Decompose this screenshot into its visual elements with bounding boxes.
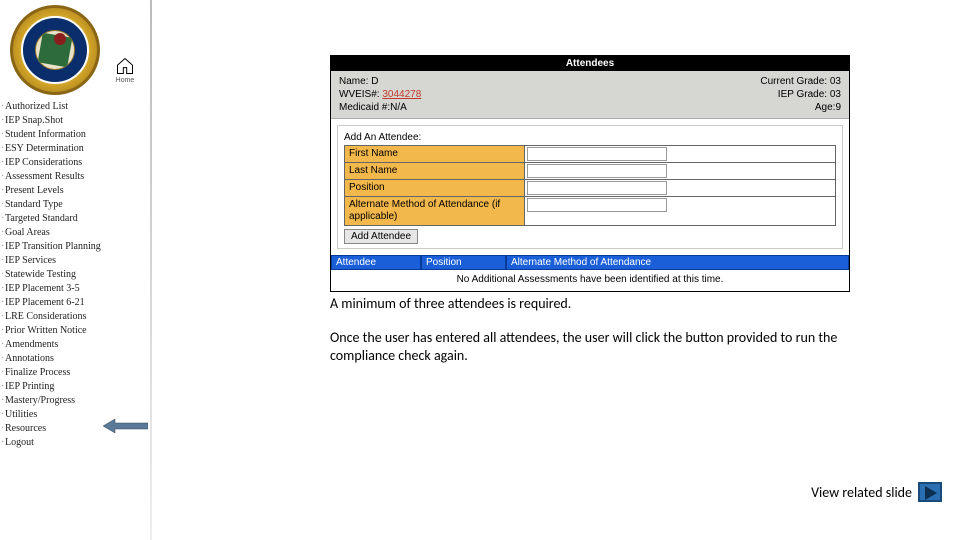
wveis-row: WVEIS#: 3044278 bbox=[339, 88, 421, 101]
nav-item[interactable]: Goal Areas bbox=[5, 225, 150, 239]
nav-list: Authorized List IEP Snap.Shot Student In… bbox=[5, 99, 150, 449]
nav-item[interactable]: Targeted Standard bbox=[5, 211, 150, 225]
col-attendee: Attendee bbox=[331, 255, 421, 270]
vertical-divider bbox=[150, 0, 152, 540]
nav-item[interactable]: Amendments bbox=[5, 337, 150, 351]
first-name-input[interactable] bbox=[527, 147, 667, 161]
position-label: Position bbox=[345, 180, 525, 196]
nav-item[interactable]: Mastery/Progress bbox=[5, 393, 150, 407]
nav-item[interactable]: IEP Transition Planning bbox=[5, 239, 150, 253]
nav-item[interactable]: IEP Placement 3-5 bbox=[5, 281, 150, 295]
nav-item[interactable]: IEP Snap.Shot bbox=[5, 113, 150, 127]
table-empty-msg: No Additional Assessments have been iden… bbox=[331, 270, 849, 291]
nav-item[interactable]: IEP Placement 6-21 bbox=[5, 295, 150, 309]
play-icon bbox=[918, 482, 942, 502]
home-label: Home bbox=[115, 77, 135, 84]
wveis-link[interactable]: 3044278 bbox=[382, 89, 421, 100]
wv-seal-logo bbox=[10, 5, 100, 95]
alt-method-label: Alternate Method of Attendance (if appli… bbox=[345, 197, 525, 225]
nav-item[interactable]: Prior Written Notice bbox=[5, 323, 150, 337]
nav-item[interactable]: Assessment Results bbox=[5, 169, 150, 183]
view-related-slide[interactable]: View related slide bbox=[811, 482, 942, 502]
add-attendee-form: Add An Attendee: First Name Last Name Po… bbox=[337, 125, 843, 249]
nav-item[interactable]: Logout bbox=[5, 435, 150, 449]
main-panel: Attendees Name: D WVEIS#: 3044278 Medica… bbox=[330, 55, 850, 292]
related-label: View related slide bbox=[811, 484, 912, 501]
panel-title: Attendees bbox=[331, 56, 849, 71]
age-row: Age:9 bbox=[760, 101, 841, 114]
nav-item[interactable]: Annotations bbox=[5, 351, 150, 365]
nav-item[interactable]: IEP Services bbox=[5, 253, 150, 267]
nav-item[interactable]: IEP Printing bbox=[5, 379, 150, 393]
attendee-table-header: Attendee Position Alternate Method of At… bbox=[331, 255, 849, 270]
nav-item[interactable]: Finalize Process bbox=[5, 365, 150, 379]
nav-item[interactable]: Standard Type bbox=[5, 197, 150, 211]
note-line-1: A minimum of three attendees is required… bbox=[330, 295, 890, 313]
position-input[interactable] bbox=[527, 181, 667, 195]
form-title: Add An Attendee: bbox=[344, 132, 836, 143]
nav-item[interactable]: Present Levels bbox=[5, 183, 150, 197]
nav-item[interactable]: Authorized List bbox=[5, 99, 150, 113]
home-button[interactable]: Home bbox=[115, 56, 135, 84]
first-name-label: First Name bbox=[345, 146, 525, 162]
attendees-panel: Attendees Name: D WVEIS#: 3044278 Medica… bbox=[330, 55, 850, 292]
nav-item[interactable]: IEP Considerations bbox=[5, 155, 150, 169]
instruction-text: A minimum of three attendees is required… bbox=[330, 295, 890, 382]
col-alt-method: Alternate Method of Attendance bbox=[506, 255, 849, 270]
add-attendee-button[interactable]: Add Attendee bbox=[344, 229, 418, 244]
sidebar: Home Authorized List IEP Snap.Shot Stude… bbox=[0, 0, 150, 540]
arrow-left-icon bbox=[103, 419, 148, 433]
nav-item[interactable]: Statewide Testing bbox=[5, 267, 150, 281]
name-row: Name: D bbox=[339, 75, 421, 88]
home-icon bbox=[115, 56, 135, 76]
current-grade-row: Current Grade: 03 bbox=[760, 75, 841, 88]
medicaid-row: Medicaid #:N/A bbox=[339, 101, 421, 114]
iep-grade-row: IEP Grade: 03 bbox=[760, 88, 841, 101]
col-position: Position bbox=[421, 255, 506, 270]
last-name-label: Last Name bbox=[345, 163, 525, 179]
last-name-input[interactable] bbox=[527, 164, 667, 178]
nav-item[interactable]: LRE Considerations bbox=[5, 309, 150, 323]
note-line-2: Once the user has entered all attendees,… bbox=[330, 329, 890, 365]
alt-method-input[interactable] bbox=[527, 198, 667, 212]
nav-item[interactable]: Student Information bbox=[5, 127, 150, 141]
student-info-bar: Name: D WVEIS#: 3044278 Medicaid #:N/A C… bbox=[331, 71, 849, 119]
nav-item[interactable]: ESY Determination bbox=[5, 141, 150, 155]
